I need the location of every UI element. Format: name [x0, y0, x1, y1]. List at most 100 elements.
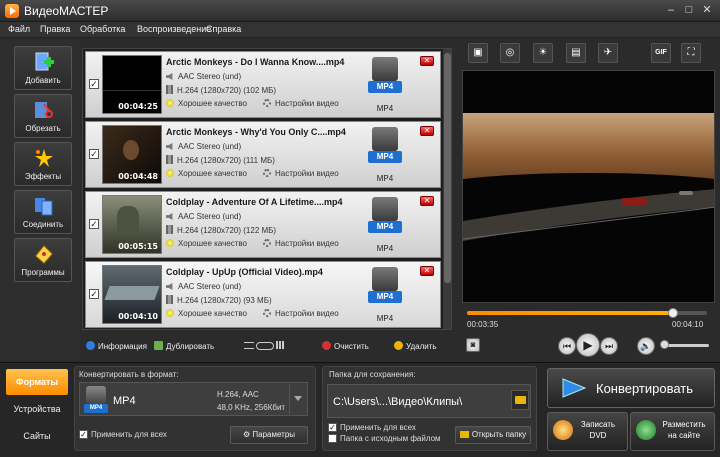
file-checkbox[interactable]: ✓	[89, 219, 99, 229]
brightness-icon[interactable]: ☀	[533, 43, 553, 63]
delete-icon	[394, 341, 403, 350]
maximize-icon[interactable]: □	[680, 3, 698, 18]
folder-icon	[459, 431, 469, 438]
programs-button[interactable]: Программы	[14, 238, 72, 282]
tab-formats[interactable]: Форматы	[6, 369, 68, 395]
list-item[interactable]: ✓ 00:05:15 Coldplay - Adventure Of A Lif…	[85, 191, 441, 258]
quality-selector[interactable]: Хорошее качество	[166, 169, 247, 178]
tab-devices[interactable]: Устройства	[6, 396, 68, 422]
file-audio-info: AAC Stereo (und)	[178, 142, 242, 151]
volume-handle[interactable]	[660, 340, 669, 349]
quality-selector[interactable]: Хорошее качество	[166, 99, 247, 108]
format-camera-icon	[372, 267, 398, 291]
video-frame-image	[463, 71, 714, 302]
list-item[interactable]: ✓ 00:04:10 Coldplay - UpUp (Official Vid…	[85, 261, 441, 328]
scrollbar-thumb[interactable]	[444, 53, 451, 283]
chevron-down-icon[interactable]	[289, 384, 306, 414]
audio-icon	[166, 283, 173, 290]
previous-icon[interactable]: ⏮	[558, 337, 576, 355]
file-checkbox[interactable]: ✓	[89, 79, 99, 89]
source-folder-checkbox[interactable]	[328, 434, 337, 443]
quality-selector[interactable]: Хорошее качество	[166, 309, 247, 318]
next-icon[interactable]: ⏭	[600, 337, 618, 355]
format-icon: MP4	[84, 386, 108, 414]
file-checkbox[interactable]: ✓	[89, 289, 99, 299]
menu-edit[interactable]: Правка	[40, 24, 70, 34]
frame-icon[interactable]: ▤	[566, 43, 586, 63]
quality-selector[interactable]: Хорошее качество	[166, 239, 247, 248]
format-badge[interactable]: MP4	[368, 197, 402, 237]
remove-file-button[interactable]: ✕	[420, 56, 434, 66]
view-toggle[interactable]	[244, 341, 286, 351]
info-button[interactable]: Информация	[86, 341, 147, 351]
video-preview[interactable]	[462, 70, 715, 303]
format-badge[interactable]: MP4	[368, 267, 402, 307]
format-camera-icon	[372, 127, 398, 151]
fullscreen-icon[interactable]: ⛶	[681, 43, 701, 63]
apply-all-format-label: Применить для всех	[91, 430, 167, 439]
convert-icon	[561, 377, 587, 399]
effects-button[interactable]: Эффекты	[14, 142, 72, 186]
total-time: 00:04:10	[672, 320, 704, 329]
file-list-scrollbar[interactable]	[443, 49, 451, 329]
crop-icon[interactable]: ▣	[468, 43, 488, 63]
video-settings-link[interactable]: Настройки видео	[263, 239, 339, 248]
close-icon[interactable]: ✕	[698, 3, 716, 18]
quality-icon	[166, 239, 174, 247]
audio-icon	[166, 73, 173, 80]
menu-file[interactable]: Файл	[8, 24, 30, 34]
open-folder-button[interactable]: Открыть папку	[455, 426, 531, 444]
app-logo-icon	[5, 4, 19, 18]
dvd-label-line1: Записать	[580, 420, 616, 429]
seek-bar[interactable]	[467, 308, 707, 318]
add-button[interactable]: Добавить	[14, 46, 72, 90]
save-path-value: C:\Users\...\Видео\Клипы\	[333, 396, 463, 408]
site-label-line1: Разместить	[662, 420, 706, 429]
parameters-button[interactable]: ⚙ Параметры	[230, 426, 308, 444]
duplicate-icon	[154, 341, 163, 350]
site-label-line2: на сайте	[667, 431, 701, 440]
file-video-info: H.264 (1280x720) (111 МБ)	[177, 156, 275, 165]
apply-all-folder-label: Применить для всех	[340, 423, 416, 432]
list-item[interactable]: ✓ 00:04:25 Arctic Monkeys - Do I Wanna K…	[85, 51, 441, 118]
apply-all-folder-checkbox[interactable]: ✓	[328, 423, 337, 432]
format-badge[interactable]: MP4	[368, 57, 402, 97]
rotate-icon[interactable]: ◎	[500, 43, 520, 63]
grid-view-icon	[276, 341, 286, 349]
video-settings-link[interactable]: Настройки видео	[263, 99, 339, 108]
remove-file-button[interactable]: ✕	[420, 196, 434, 206]
audio-icon	[166, 143, 173, 150]
apply-all-format-checkbox[interactable]: ✓	[79, 430, 88, 439]
remove-file-button[interactable]: ✕	[420, 126, 434, 136]
delete-button[interactable]: Удалить	[394, 341, 437, 351]
menu-help[interactable]: Справка	[206, 24, 241, 34]
menu-processing[interactable]: Обработка	[80, 24, 125, 34]
menu-playback[interactable]: Воспроизведение	[137, 24, 211, 34]
volume-icon[interactable]: 🔈	[637, 337, 655, 355]
trim-button[interactable]: Обрезать	[14, 94, 72, 138]
seek-progress	[467, 311, 674, 315]
gif-icon[interactable]: GIF	[651, 43, 671, 63]
play-icon[interactable]: ▶	[576, 333, 600, 357]
file-checkbox[interactable]: ✓	[89, 149, 99, 159]
remove-file-button[interactable]: ✕	[420, 266, 434, 276]
join-button[interactable]: Соединить	[14, 190, 72, 234]
duplicate-button[interactable]: Дублировать	[154, 341, 214, 351]
minimize-icon[interactable]: –	[662, 3, 680, 18]
video-settings-link[interactable]: Настройки видео	[263, 169, 339, 178]
list-item[interactable]: ✓ 00:04:48 Arctic Monkeys - Why'd You On…	[85, 121, 441, 188]
browse-folder-icon[interactable]	[511, 390, 529, 410]
format-badge[interactable]: MP4	[368, 127, 402, 167]
thumbnail-duration: 00:04:48	[118, 172, 158, 181]
clear-button[interactable]: Очистить	[322, 341, 369, 351]
list-view-icon	[244, 342, 254, 349]
volume-slider[interactable]	[663, 344, 709, 347]
tab-sites[interactable]: Сайты	[6, 423, 68, 449]
speed-icon[interactable]: ✈	[598, 43, 618, 63]
file-video-info: H.264 (1280x720) (102 МБ)	[177, 86, 277, 95]
file-name: Arctic Monkeys - Why'd You Only C....mp4	[166, 127, 346, 137]
video-thumbnail: 00:04:48	[102, 125, 162, 184]
snapshot-icon[interactable]: ◙	[466, 338, 480, 352]
seek-handle[interactable]	[668, 308, 679, 318]
video-settings-link[interactable]: Настройки видео	[263, 309, 339, 318]
